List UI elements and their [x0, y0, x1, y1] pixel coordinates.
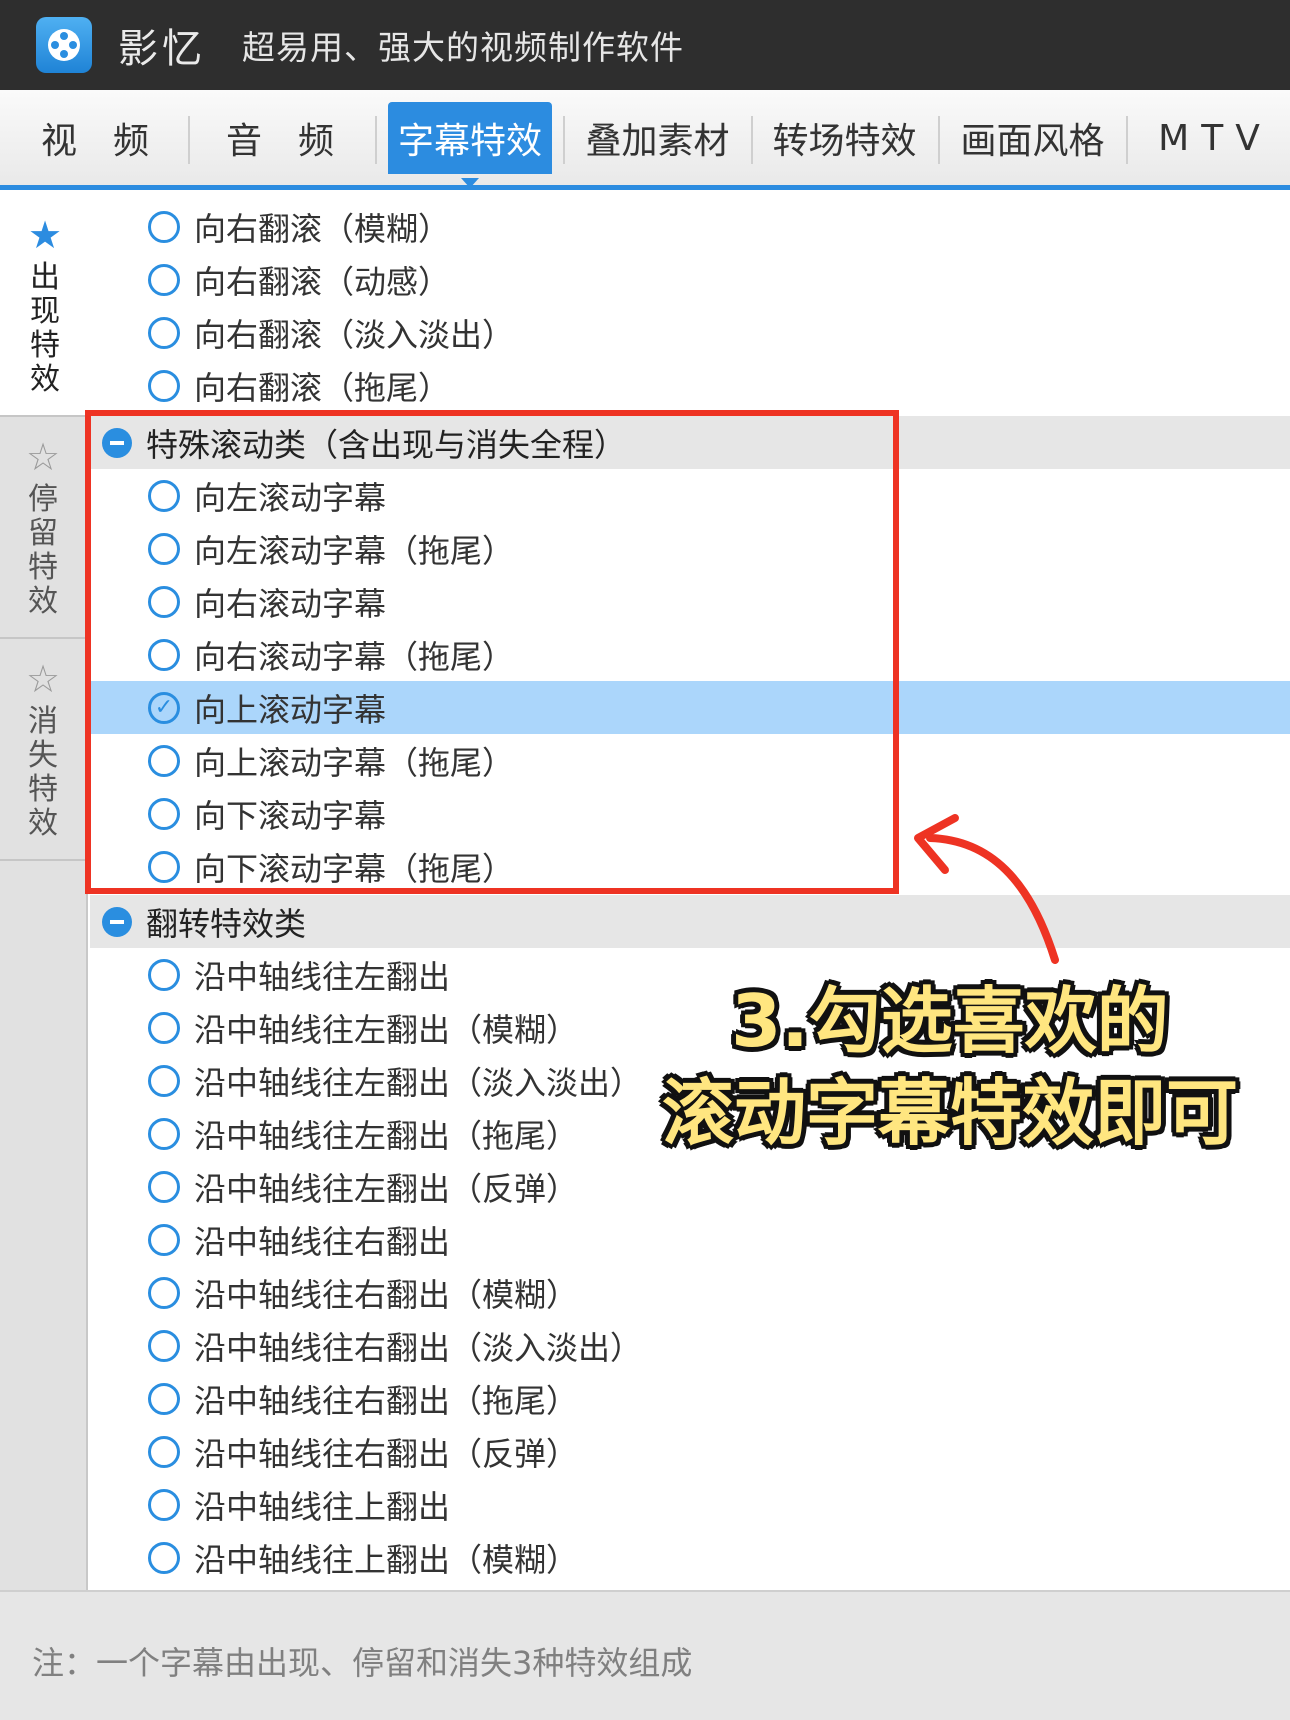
annotation-line-1: 3.勾选喜欢的: [731, 979, 1169, 1063]
annotation-callout: 3.勾选喜欢的 滚动字幕特效即可: [620, 975, 1280, 1159]
annotation-arrow-icon: [914, 814, 1059, 964]
annotation-line-2: 滚动字幕特效即可: [661, 1071, 1238, 1155]
